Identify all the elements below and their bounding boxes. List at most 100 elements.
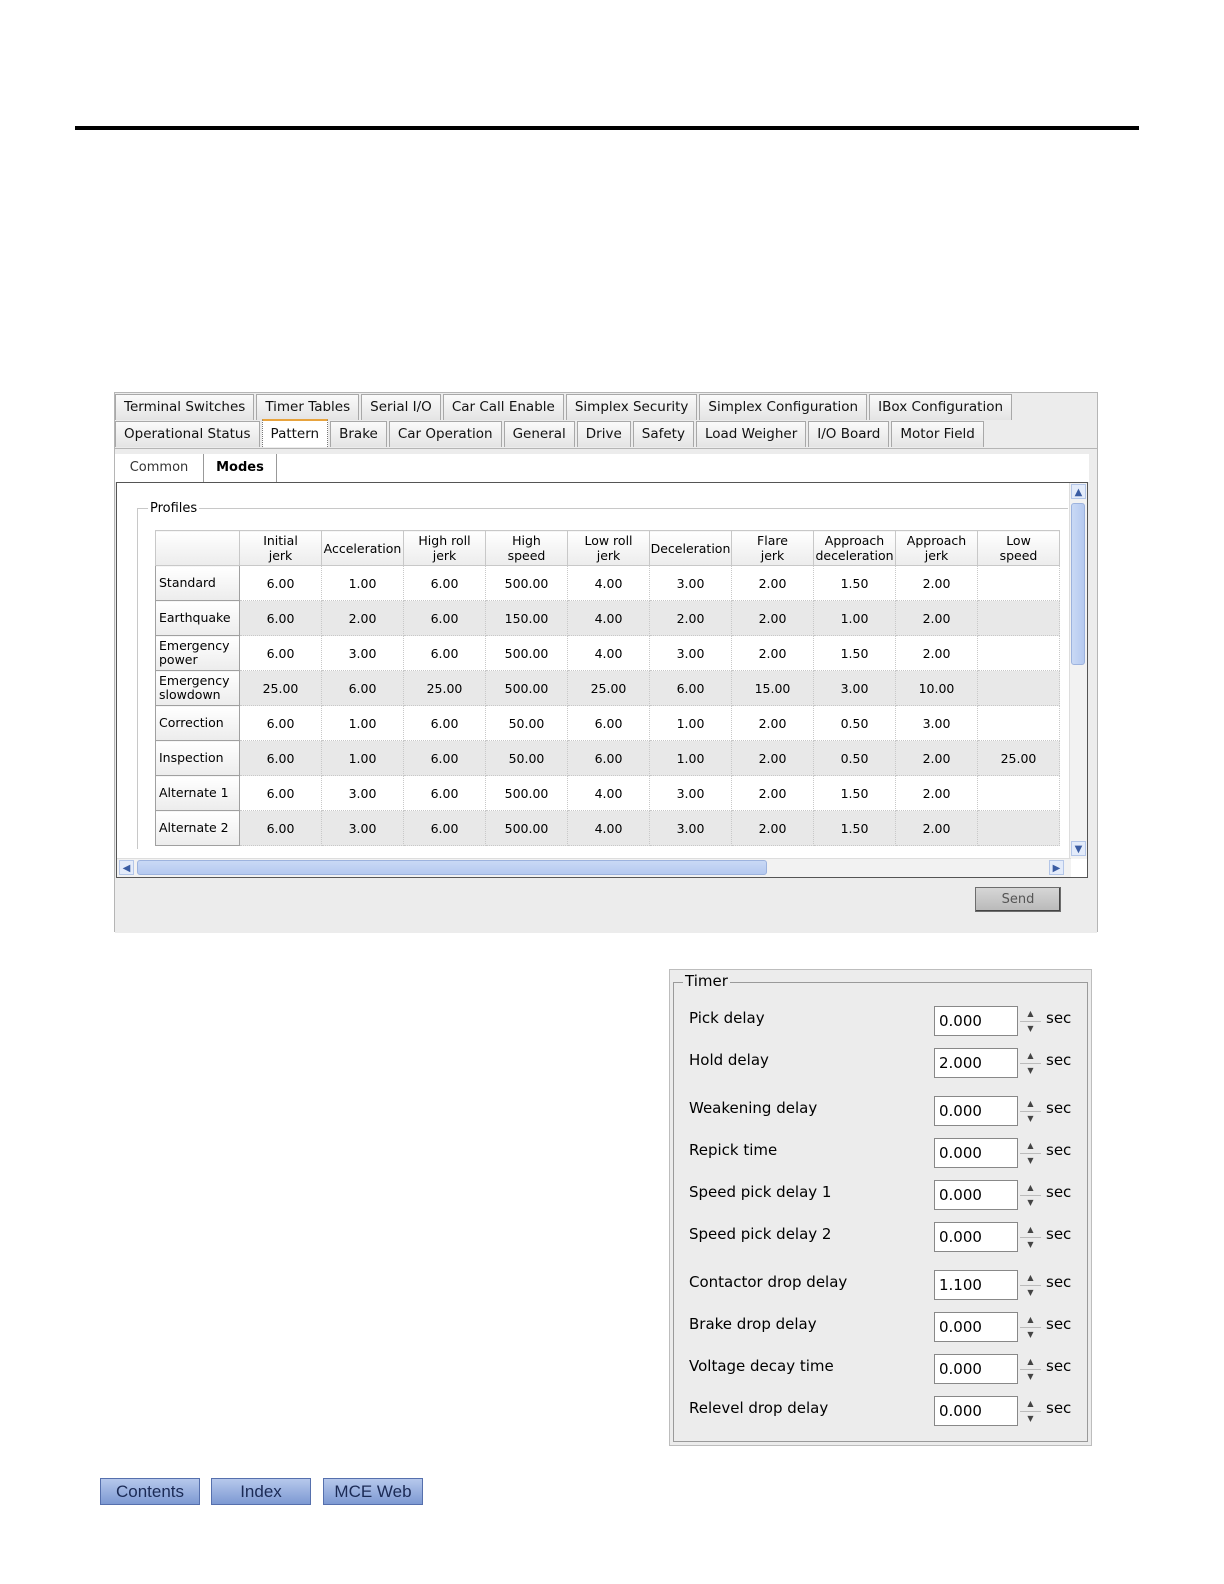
table-cell[interactable]: 500.00 (485, 775, 568, 811)
table-cell[interactable]: 1.50 (813, 810, 896, 846)
tab-car-call-enable[interactable]: Car Call Enable (442, 394, 564, 420)
table-cell[interactable] (977, 635, 1060, 671)
table-cell[interactable]: 50.00 (485, 740, 568, 776)
table-cell[interactable]: 2.00 (731, 600, 814, 636)
table-cell[interactable]: 2.00 (895, 775, 978, 811)
table-cell[interactable]: 3.00 (649, 565, 732, 601)
table-cell[interactable]: 6.00 (567, 705, 650, 741)
spin-buttons[interactable]: ▲ ▼ (1020, 1006, 1041, 1036)
voltage-decay-time-input[interactable]: 0.000 (934, 1354, 1018, 1384)
relevel-drop-delay-input[interactable]: 0.000 (934, 1396, 1018, 1426)
table-cell[interactable]: 6.00 (403, 775, 486, 811)
spin-buttons[interactable]: ▲ ▼ (1020, 1180, 1041, 1210)
scroll-up-arrow-icon[interactable]: ▲ (1071, 484, 1086, 499)
table-cell[interactable]: 25.00 (977, 740, 1060, 776)
table-cell[interactable]: 6.00 (403, 565, 486, 601)
table-cell[interactable]: 1.00 (321, 565, 404, 601)
tab-safety[interactable]: Safety (632, 421, 694, 447)
table-cell[interactable]: 15.00 (731, 670, 814, 706)
brake-drop-delay-input[interactable]: 0.000 (934, 1312, 1018, 1342)
table-cell[interactable]: 3.00 (321, 775, 404, 811)
table-cell[interactable] (977, 600, 1060, 636)
spin-buttons[interactable]: ▲ ▼ (1020, 1270, 1041, 1300)
spin-down-icon[interactable]: ▼ (1020, 1063, 1041, 1078)
table-cell[interactable]: 2.00 (731, 775, 814, 811)
table-cell[interactable]: 6.00 (239, 740, 322, 776)
tab-load-weigher[interactable]: Load Weigher (695, 421, 807, 447)
table-cell[interactable]: 3.00 (321, 635, 404, 671)
table-cell[interactable]: 10.00 (895, 670, 978, 706)
spin-down-icon[interactable]: ▼ (1020, 1021, 1041, 1036)
table-cell[interactable]: 6.00 (321, 670, 404, 706)
table-cell[interactable]: 2.00 (895, 565, 978, 601)
table-cell[interactable]: 3.00 (321, 810, 404, 846)
table-cell[interactable]: 4.00 (567, 565, 650, 601)
table-cell[interactable]: 0.50 (813, 740, 896, 776)
table-cell[interactable]: 4.00 (567, 775, 650, 811)
table-cell[interactable]: 25.00 (239, 670, 322, 706)
spin-buttons[interactable]: ▲ ▼ (1020, 1048, 1041, 1078)
table-cell[interactable]: 6.00 (239, 810, 322, 846)
spin-buttons[interactable]: ▲ ▼ (1020, 1354, 1041, 1384)
spin-buttons[interactable]: ▲ ▼ (1020, 1222, 1041, 1252)
spin-up-icon[interactable]: ▲ (1020, 1312, 1041, 1328)
spin-buttons[interactable]: ▲ ▼ (1020, 1396, 1041, 1426)
spin-down-icon[interactable]: ▼ (1020, 1195, 1041, 1210)
pick-delay-input[interactable]: 0.000 (934, 1006, 1018, 1036)
table-cell[interactable] (977, 810, 1060, 846)
table-cell[interactable]: 6.00 (403, 810, 486, 846)
table-cell[interactable]: 2.00 (731, 810, 814, 846)
table-cell[interactable]: 2.00 (731, 565, 814, 601)
spin-buttons[interactable]: ▲ ▼ (1020, 1096, 1041, 1126)
spin-down-icon[interactable]: ▼ (1020, 1111, 1041, 1126)
speed-pick-delay-1-input[interactable]: 0.000 (934, 1180, 1018, 1210)
index-button[interactable]: Index (211, 1478, 311, 1505)
table-cell[interactable]: 1.50 (813, 775, 896, 811)
spin-down-icon[interactable]: ▼ (1020, 1369, 1041, 1384)
tab-simplex-configuration[interactable]: Simplex Configuration (699, 394, 868, 420)
table-cell[interactable]: 3.00 (649, 775, 732, 811)
spin-up-icon[interactable]: ▲ (1020, 1354, 1041, 1370)
table-cell[interactable]: 25.00 (403, 670, 486, 706)
table-cell[interactable] (977, 775, 1060, 811)
tab-i-o-board[interactable]: I/O Board (808, 421, 890, 447)
scroll-left-arrow-icon[interactable]: ◀ (119, 860, 134, 875)
table-cell[interactable]: 150.00 (485, 600, 568, 636)
table-cell[interactable]: 6.00 (403, 635, 486, 671)
table-cell[interactable] (977, 565, 1060, 601)
subtab-common[interactable]: Common (115, 454, 203, 482)
table-cell[interactable]: 6.00 (239, 775, 322, 811)
table-cell[interactable]: 2.00 (731, 705, 814, 741)
table-cell[interactable]: 2.00 (895, 600, 978, 636)
subtab-modes[interactable]: Modes (203, 454, 277, 482)
table-cell[interactable]: 1.00 (813, 600, 896, 636)
table-cell[interactable]: 6.00 (403, 705, 486, 741)
tab-car-operation[interactable]: Car Operation (388, 421, 502, 447)
spin-up-icon[interactable]: ▲ (1020, 1096, 1041, 1112)
hold-delay-input[interactable]: 2.000 (934, 1048, 1018, 1078)
table-cell[interactable]: 6.00 (239, 565, 322, 601)
table-cell[interactable]: 4.00 (567, 635, 650, 671)
spin-buttons[interactable]: ▲ ▼ (1020, 1138, 1041, 1168)
table-cell[interactable]: 6.00 (403, 740, 486, 776)
horizontal-scrollbar[interactable]: ◀ ▶ (117, 858, 1071, 877)
table-cell[interactable]: 1.00 (649, 740, 732, 776)
table-cell[interactable]: 25.00 (567, 670, 650, 706)
table-cell[interactable]: 2.00 (895, 740, 978, 776)
spin-down-icon[interactable]: ▼ (1020, 1411, 1041, 1426)
table-cell[interactable]: 2.00 (649, 600, 732, 636)
spin-up-icon[interactable]: ▲ (1020, 1222, 1041, 1238)
tab-serial-i-o[interactable]: Serial I/O (361, 394, 441, 420)
spin-down-icon[interactable]: ▼ (1020, 1327, 1041, 1342)
tab-simplex-security[interactable]: Simplex Security (565, 394, 698, 420)
tab-general[interactable]: General (503, 421, 575, 447)
spin-up-icon[interactable]: ▲ (1020, 1138, 1041, 1154)
tab-timer-tables[interactable]: Timer Tables (256, 394, 360, 420)
table-cell[interactable]: 6.00 (239, 705, 322, 741)
weakening-delay-input[interactable]: 0.000 (934, 1096, 1018, 1126)
tab-terminal-switches[interactable]: Terminal Switches (115, 394, 255, 420)
table-cell[interactable]: 6.00 (239, 635, 322, 671)
table-cell[interactable]: 4.00 (567, 600, 650, 636)
table-cell[interactable]: 500.00 (485, 670, 568, 706)
tab-pattern[interactable]: Pattern (261, 419, 329, 447)
